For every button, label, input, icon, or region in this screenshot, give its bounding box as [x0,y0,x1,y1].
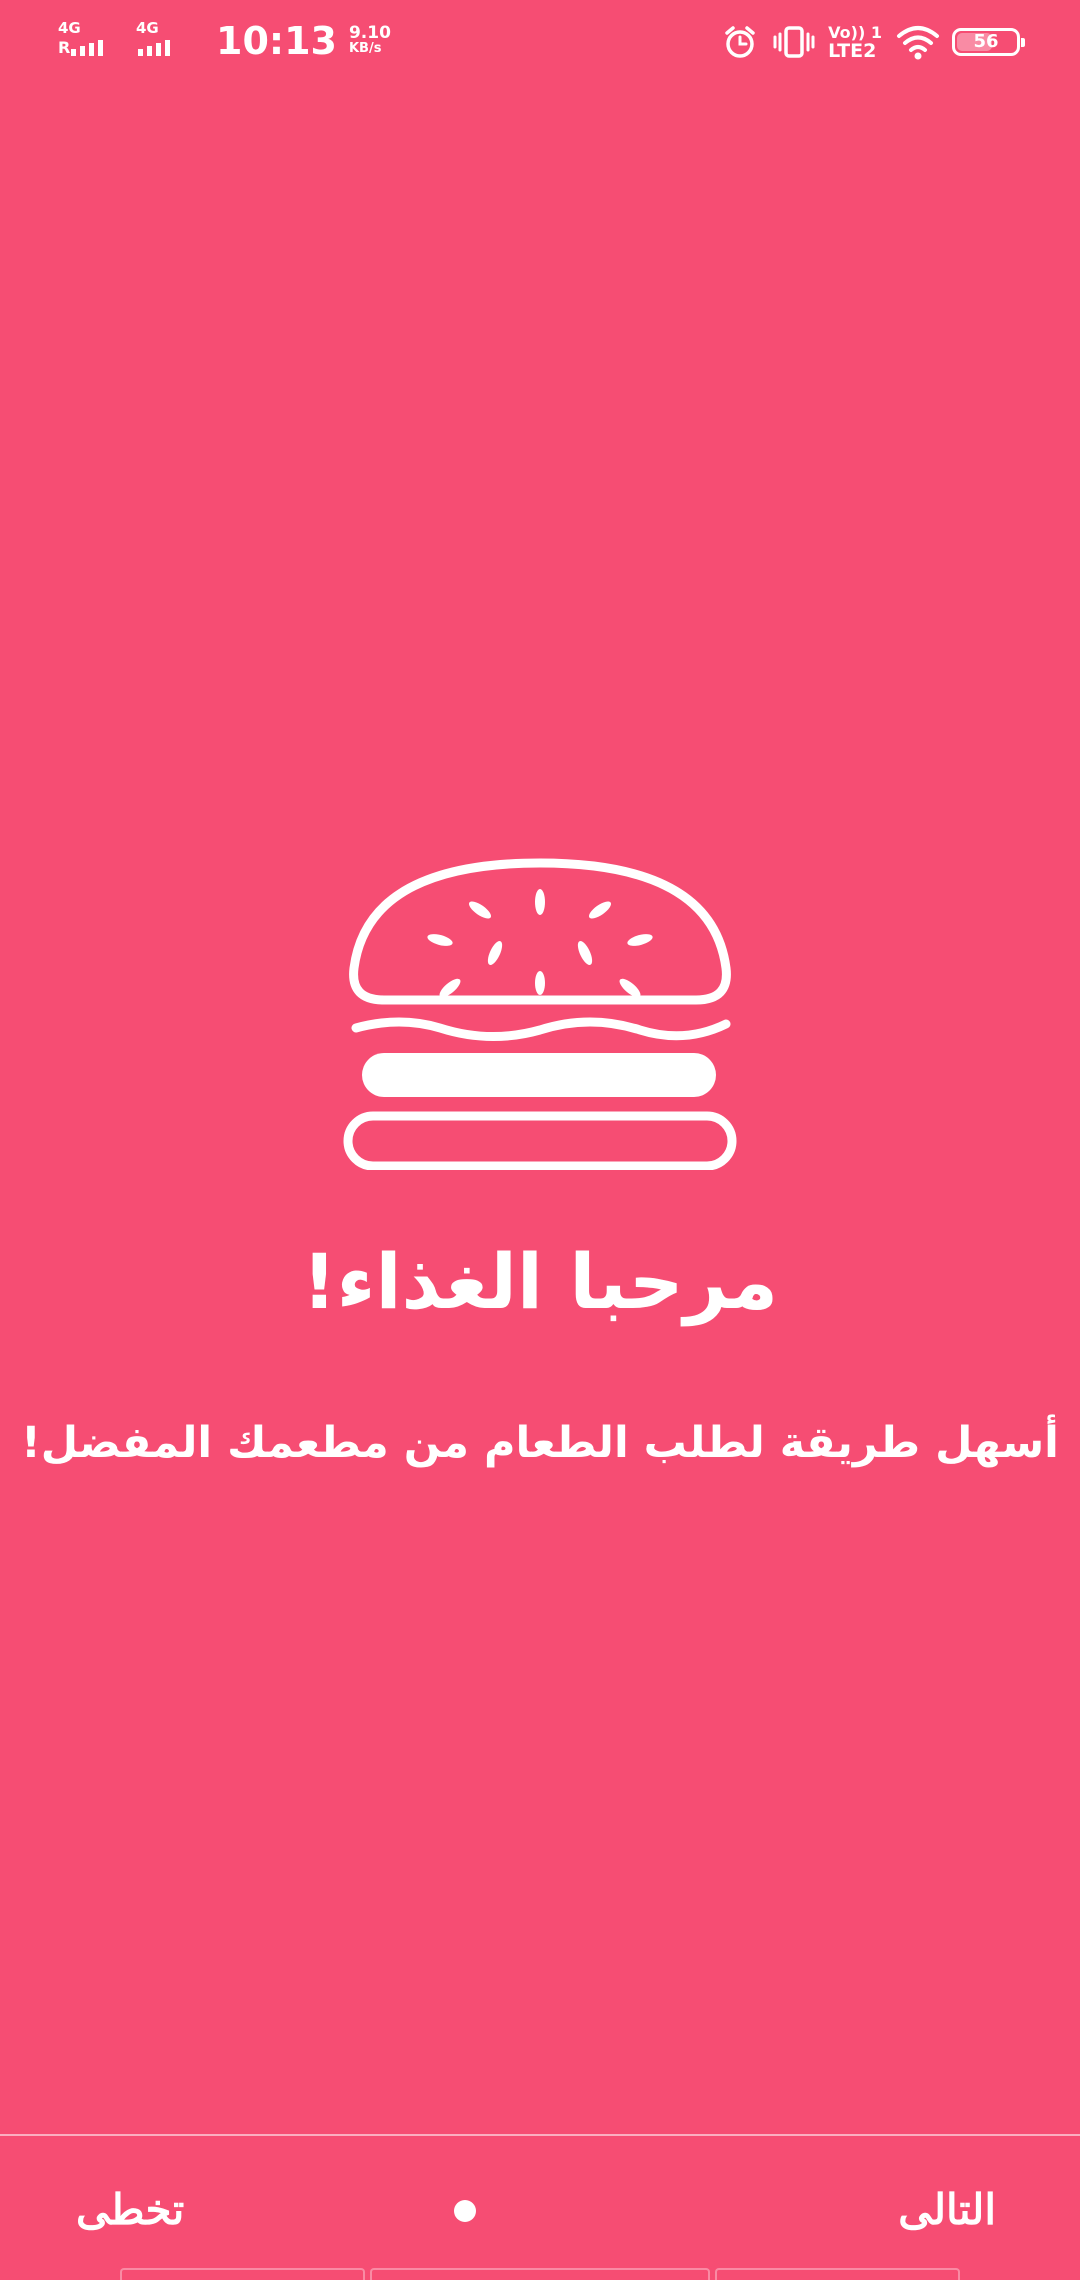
network-speed-value: 9.10 [348,23,391,43]
wifi-icon [897,26,939,60]
status-bar: 4G R 4G 10:13 9.10 KB/s Vo)) 1 LTE2 56 [0,0,1080,84]
network-type-1: 4G [58,19,81,37]
status-bar-left: 4G R 4G 10:13 9.10 KB/s [58,18,391,64]
next-button[interactable]: التالى [898,2170,996,2250]
nav-recents-button[interactable] [120,2268,365,2280]
volte-bottom: LTE2 [828,40,877,62]
welcome-subtitle: أسهل طريقة لطلب الطعام من مطعمك المفضل! [21,1418,1059,1468]
network-speed-unit: KB/s [348,41,382,56]
alarm-icon [725,26,755,58]
signal-sim1-icon: 4G R [58,21,124,61]
nav-home-button[interactable] [370,2268,710,2280]
status-time: 10:13 [216,19,337,63]
status-bar-right: Vo)) 1 LTE2 56 [722,22,1025,62]
vibrate-icon [773,26,815,58]
skip-button[interactable]: تخطى [76,2170,184,2250]
footer-divider [0,2134,1080,2136]
page-indicator-dot [454,2200,476,2222]
network-speed: 9.10 KB/s [348,23,391,57]
system-nav-bar [0,2268,1080,2280]
nav-back-button[interactable] [715,2268,960,2280]
battery-level: 56 [973,31,999,52]
burger-icon [343,858,737,1170]
roaming-indicator: R [58,38,71,57]
signal-sim2-icon: 4G [136,21,202,61]
volte-indicator: Vo)) 1 LTE2 [828,24,882,62]
network-type-2: 4G [136,19,159,37]
welcome-title: مرحبا الغذاء! [301,1237,779,1326]
battery-icon: 56 [952,28,1025,56]
